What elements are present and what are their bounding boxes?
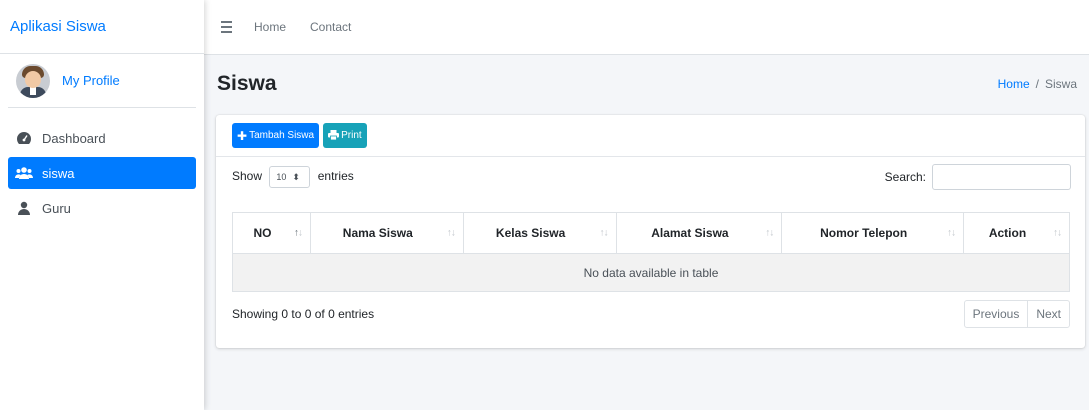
table-info: Showing 0 to 0 of 0 entries: [232, 307, 375, 321]
column-header-label: Action: [988, 226, 1027, 240]
sidebar-item-siswa[interactable]: siswa: [8, 157, 196, 189]
pagination: Previous Next: [963, 300, 1070, 328]
nav-link-contact[interactable]: Contact: [310, 20, 351, 34]
column-header-label: Alamat Siswa: [651, 226, 729, 240]
sidebar-item-dashboard[interactable]: Dashboard: [8, 122, 196, 154]
add-student-button[interactable]: ✚ Tambah Siswa: [232, 123, 320, 148]
column-header-label: NO: [253, 226, 272, 240]
show-label: Show: [232, 169, 263, 183]
sort-icon: ↑↓: [446, 227, 456, 239]
column-header-telepon[interactable]: Nomor Telepon ↑↓: [781, 212, 965, 254]
avatar[interactable]: [16, 63, 50, 98]
column-header-kelas[interactable]: Kelas Siswa ↑↓: [462, 212, 617, 254]
column-header-alamat[interactable]: Alamat Siswa ↑↓: [615, 212, 783, 254]
sidebar-nav: Dashboard siswa Guru: [0, 122, 204, 224]
search-label: Search:: [884, 170, 926, 184]
sort-icon: ↑↓: [293, 227, 303, 239]
card-header: ✚ Tambah Siswa Print: [216, 115, 1085, 157]
entries-select[interactable]: 10 ⬍: [269, 166, 311, 188]
content-header: Siswa Home / Siswa: [204, 55, 1089, 113]
my-profile-link[interactable]: My Profile: [62, 73, 120, 88]
column-header-label: Nama Siswa: [342, 226, 413, 240]
print-label: Print: [341, 130, 362, 141]
students-table: NO ↑↓ Nama Siswa ↑↓ Kelas Siswa ↑↓ Alama…: [232, 212, 1070, 292]
column-header-label: Nomor Telepon: [820, 226, 908, 240]
datatable-controls: Show 10 ⬍ entries Search:: [216, 157, 1085, 197]
next-button[interactable]: Next: [1027, 301, 1069, 327]
print-icon: [328, 129, 340, 143]
table-row: No data available in table: [232, 253, 1070, 292]
nav-link-home[interactable]: Home: [254, 20, 286, 34]
user-panel: My Profile: [8, 54, 196, 108]
table-header-row: NO ↑↓ Nama Siswa ↑↓ Kelas Siswa ↑↓ Alama…: [232, 212, 1070, 254]
tachometer-icon: [14, 131, 34, 145]
print-button[interactable]: Print: [323, 123, 367, 148]
select-arrows-icon: ⬍: [292, 171, 300, 182]
entries-label: entries: [317, 169, 354, 183]
previous-button[interactable]: Previous: [965, 301, 1028, 327]
top-navbar: Home Contact: [204, 0, 1089, 55]
column-header-nama[interactable]: Nama Siswa ↑↓: [309, 212, 464, 254]
add-student-label: Tambah Siswa: [249, 130, 315, 141]
users-icon: [14, 166, 34, 180]
sidebar: Aplikasi Siswa My Profile Dashboard sisw…: [0, 0, 204, 410]
sort-icon: ↑↓: [947, 227, 956, 239]
page-title: Siswa: [217, 72, 277, 95]
menu-icon[interactable]: [221, 21, 232, 33]
sort-icon: ↑↓: [765, 227, 774, 239]
sidebar-item-label: siswa: [42, 165, 75, 181]
students-card: ✚ Tambah Siswa Print Show 10 ⬍ entries S…: [216, 115, 1085, 348]
column-header-action[interactable]: Action ↑↓: [963, 212, 1070, 254]
breadcrumb: Home / Siswa: [998, 77, 1077, 91]
sidebar-item-label: Dashboard: [42, 130, 106, 146]
sort-icon: ↑↓: [1053, 227, 1062, 239]
brand-link[interactable]: Aplikasi Siswa: [0, 0, 204, 54]
user-icon: [14, 201, 34, 215]
entries-value: 10: [276, 172, 287, 182]
sort-icon: ↑↓: [599, 227, 609, 239]
sidebar-item-guru[interactable]: Guru: [8, 192, 196, 224]
datatable-footer: Showing 0 to 0 of 0 entries Previous Nex…: [232, 300, 1070, 328]
breadcrumb-separator: /: [1035, 77, 1039, 91]
breadcrumb-home-link[interactable]: Home: [998, 77, 1030, 91]
search-control: Search:: [885, 164, 1071, 190]
sidebar-item-label: Guru: [42, 200, 71, 216]
length-control: Show 10 ⬍ entries: [232, 166, 354, 188]
plus-icon: ✚: [237, 128, 248, 143]
column-header-no[interactable]: NO ↑↓: [232, 212, 311, 254]
empty-table-message: No data available in table: [232, 253, 1070, 292]
breadcrumb-current: Siswa: [1044, 77, 1077, 91]
search-input[interactable]: [932, 164, 1071, 190]
column-header-label: Kelas Siswa: [495, 226, 566, 240]
